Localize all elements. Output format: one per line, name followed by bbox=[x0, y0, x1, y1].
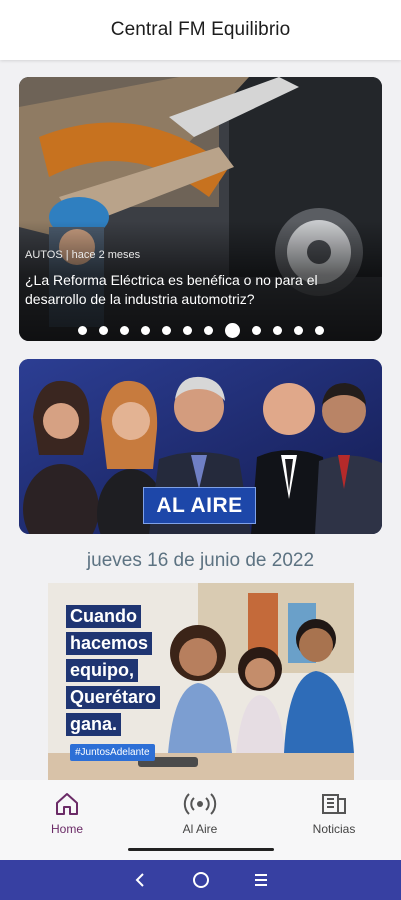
nav-label-noticias: Noticias bbox=[312, 822, 356, 836]
ad-hashtag: #JuntosAdelante bbox=[70, 744, 155, 761]
back-icon[interactable] bbox=[128, 868, 152, 892]
broadcast-icon bbox=[145, 788, 255, 820]
slider-dot[interactable] bbox=[182, 326, 192, 335]
slider-dot[interactable] bbox=[119, 326, 129, 335]
nav-item-home[interactable]: Home bbox=[12, 788, 122, 836]
slider-dot[interactable] bbox=[224, 323, 240, 338]
bottom-navigation: Home Al Aire Noticias bbox=[0, 780, 401, 860]
slider-dot[interactable] bbox=[251, 326, 261, 335]
slider-dot[interactable] bbox=[161, 326, 171, 335]
ad-slogan-line: Cuando bbox=[66, 605, 141, 628]
slider-dot[interactable] bbox=[203, 326, 213, 335]
app-title: Central FM Equilibrio bbox=[110, 19, 291, 40]
al-aire-banner[interactable]: AL AIRE bbox=[19, 359, 382, 534]
current-date: jueves 16 de junio de 2022 bbox=[86, 550, 315, 571]
recents-icon[interactable] bbox=[249, 868, 273, 892]
news-slider[interactable]: AUTOS | hace 2 meses ¿La Reforma Eléctri… bbox=[19, 77, 382, 341]
ad-slogan-line: equipo, bbox=[66, 659, 138, 682]
gesture-handle bbox=[128, 848, 274, 851]
nav-label-al-aire: Al Aire bbox=[182, 822, 218, 836]
home-icon bbox=[12, 788, 122, 820]
slider-dot[interactable] bbox=[314, 326, 324, 335]
nav-label-home: Home bbox=[50, 822, 83, 836]
article-headline[interactable]: ¿La Reforma Eléctrica es benéfica o no p… bbox=[25, 271, 377, 309]
slider-pagination[interactable] bbox=[19, 323, 382, 338]
ad-slogan-line: Querétaro bbox=[66, 686, 161, 709]
nav-item-noticias[interactable]: Noticias bbox=[279, 788, 389, 836]
slider-dot[interactable] bbox=[98, 326, 108, 335]
ad-slogan-line: hacemos bbox=[66, 632, 153, 655]
app-bar: Central FM Equilibrio bbox=[0, 0, 401, 60]
al-aire-badge: AL AIRE bbox=[143, 487, 256, 524]
slider-dot[interactable] bbox=[77, 326, 87, 335]
article-category-time: AUTOS | hace 2 meses bbox=[25, 249, 141, 261]
ad-slogan: Cuando hacemos equipo, Querétaro gana. bbox=[66, 605, 161, 740]
nav-item-al-aire[interactable]: Al Aire bbox=[145, 788, 255, 836]
newspaper-icon bbox=[279, 788, 389, 820]
slider-dot[interactable] bbox=[293, 326, 303, 335]
home-circle-icon[interactable] bbox=[189, 868, 213, 892]
ad-banner[interactable]: Cuando hacemos equipo, Querétaro gana. #Junt… bbox=[48, 583, 354, 780]
slider-dot[interactable] bbox=[140, 326, 150, 335]
system-navigation-bar bbox=[0, 860, 401, 900]
ad-slogan-line: gana. bbox=[66, 713, 122, 736]
slider-dot[interactable] bbox=[272, 326, 282, 335]
